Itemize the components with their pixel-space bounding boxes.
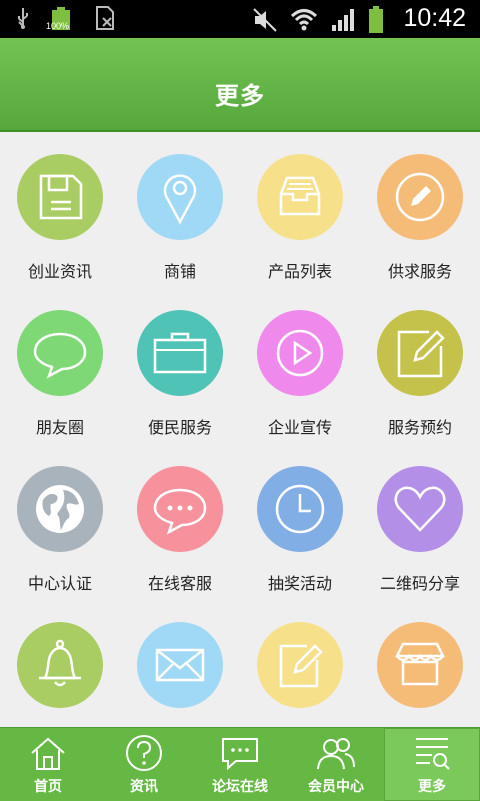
list-search-icon — [416, 738, 450, 770]
tab-label: 会员中心 — [308, 779, 364, 795]
globe-icon — [17, 466, 103, 552]
grid-item-label: 朋友圈 — [35, 418, 84, 437]
play-icon — [257, 310, 343, 396]
briefcase-icon — [137, 310, 223, 396]
shop-icon — [377, 622, 463, 708]
note-pencil-icon — [257, 622, 343, 708]
grid-item-label: 便民服务 — [147, 418, 212, 437]
envelope-icon — [137, 622, 223, 708]
grid-item-promotion[interactable]: 企业宣传 — [240, 288, 360, 444]
tab-more[interactable]: 更多 — [384, 728, 480, 801]
chat-bubble-icon — [17, 310, 103, 396]
tab-label: 更多 — [418, 779, 446, 795]
grid-item-notifications[interactable] — [0, 600, 120, 726]
grid-item-label: 中心认证 — [27, 574, 92, 593]
grid-item-label: 商铺 — [163, 262, 196, 281]
grid-item-label: 二维码分享 — [379, 574, 460, 593]
tab-label: 论坛在线 — [212, 779, 268, 795]
grid-item-product-list[interactable]: 产品列表 — [240, 132, 360, 288]
grid-item-convenience[interactable]: 便民服务 — [120, 288, 240, 444]
wifi-icon — [290, 7, 318, 37]
grid-item-label: 创业资讯 — [27, 262, 92, 281]
signal-icon — [330, 7, 356, 37]
tab-forum[interactable]: 论坛在线 — [192, 728, 288, 801]
tab-label: 首页 — [34, 779, 62, 795]
battery-full-icon: 100% — [46, 7, 76, 33]
members-icon — [317, 738, 355, 770]
grid-item-qr-share[interactable]: 二维码分享 — [360, 444, 480, 600]
grid-item-label: 企业宣传 — [267, 418, 332, 437]
message-dots-icon — [137, 466, 223, 552]
grid-item-certification[interactable]: 中心认证 — [0, 444, 120, 600]
grid-item-startup-news[interactable]: 创业资讯 — [0, 132, 120, 288]
location-pin-icon — [137, 154, 223, 240]
tab-members[interactable]: 会员中心 — [288, 728, 384, 801]
grid-item-store[interactable] — [360, 600, 480, 726]
grid-item-appointment[interactable]: 服务预约 — [360, 288, 480, 444]
mute-icon — [252, 7, 278, 37]
sim-card-icon — [94, 6, 116, 34]
grid-item-shops[interactable]: 商铺 — [120, 132, 240, 288]
grid-item-online-service[interactable]: 在线客服 — [120, 444, 240, 600]
status-right-icons — [252, 6, 384, 38]
status-bar: 100% 10:42 — [0, 0, 480, 38]
grid-item-label: 产品列表 — [267, 262, 332, 281]
grid-item-label: 在线客服 — [147, 574, 212, 593]
status-time: 10:42 — [403, 4, 466, 32]
grid-item-label: 服务预约 — [387, 418, 452, 437]
pencil-circle-icon — [377, 154, 463, 240]
grid-item-moments[interactable]: 朋友圈 — [0, 288, 120, 444]
feature-grid: 创业资讯 商铺 产品列表 供求服务 朋友圈 便民服务 企业宣传 服务预约 中心认… — [0, 132, 480, 726]
bell-icon — [17, 622, 103, 708]
grid-item-label: 抽奖活动 — [267, 574, 332, 593]
chat-dots-icon — [222, 738, 258, 771]
grid-item-mail[interactable] — [120, 600, 240, 726]
battery-percent: 100% — [46, 21, 70, 31]
grid-item-supply-demand[interactable]: 供求服务 — [360, 132, 480, 288]
grid-item-lottery[interactable]: 抽奖活动 — [240, 444, 360, 600]
question-circle-icon — [126, 735, 162, 771]
edit-note-icon — [377, 310, 463, 396]
tab-label: 资讯 — [130, 779, 158, 795]
app-header: 更多 — [0, 38, 480, 132]
tab-news[interactable]: 资讯 — [96, 728, 192, 801]
heart-icon — [377, 466, 463, 552]
usb-icon — [14, 6, 32, 34]
tab-home[interactable]: 首页 — [0, 728, 96, 801]
floppy-disk-icon — [17, 154, 103, 240]
status-left-icons: 100% — [14, 6, 116, 34]
clock-icon — [257, 466, 343, 552]
grid-item-notes[interactable] — [240, 600, 360, 726]
page-title: 更多 — [215, 82, 265, 110]
battery-icon — [368, 6, 384, 38]
bottom-tab-bar: 首页 资讯 论坛在线 会员中心 更多 — [0, 727, 480, 801]
home-icon — [31, 737, 65, 770]
grid-item-label: 供求服务 — [387, 262, 452, 281]
inbox-tray-icon — [257, 154, 343, 240]
